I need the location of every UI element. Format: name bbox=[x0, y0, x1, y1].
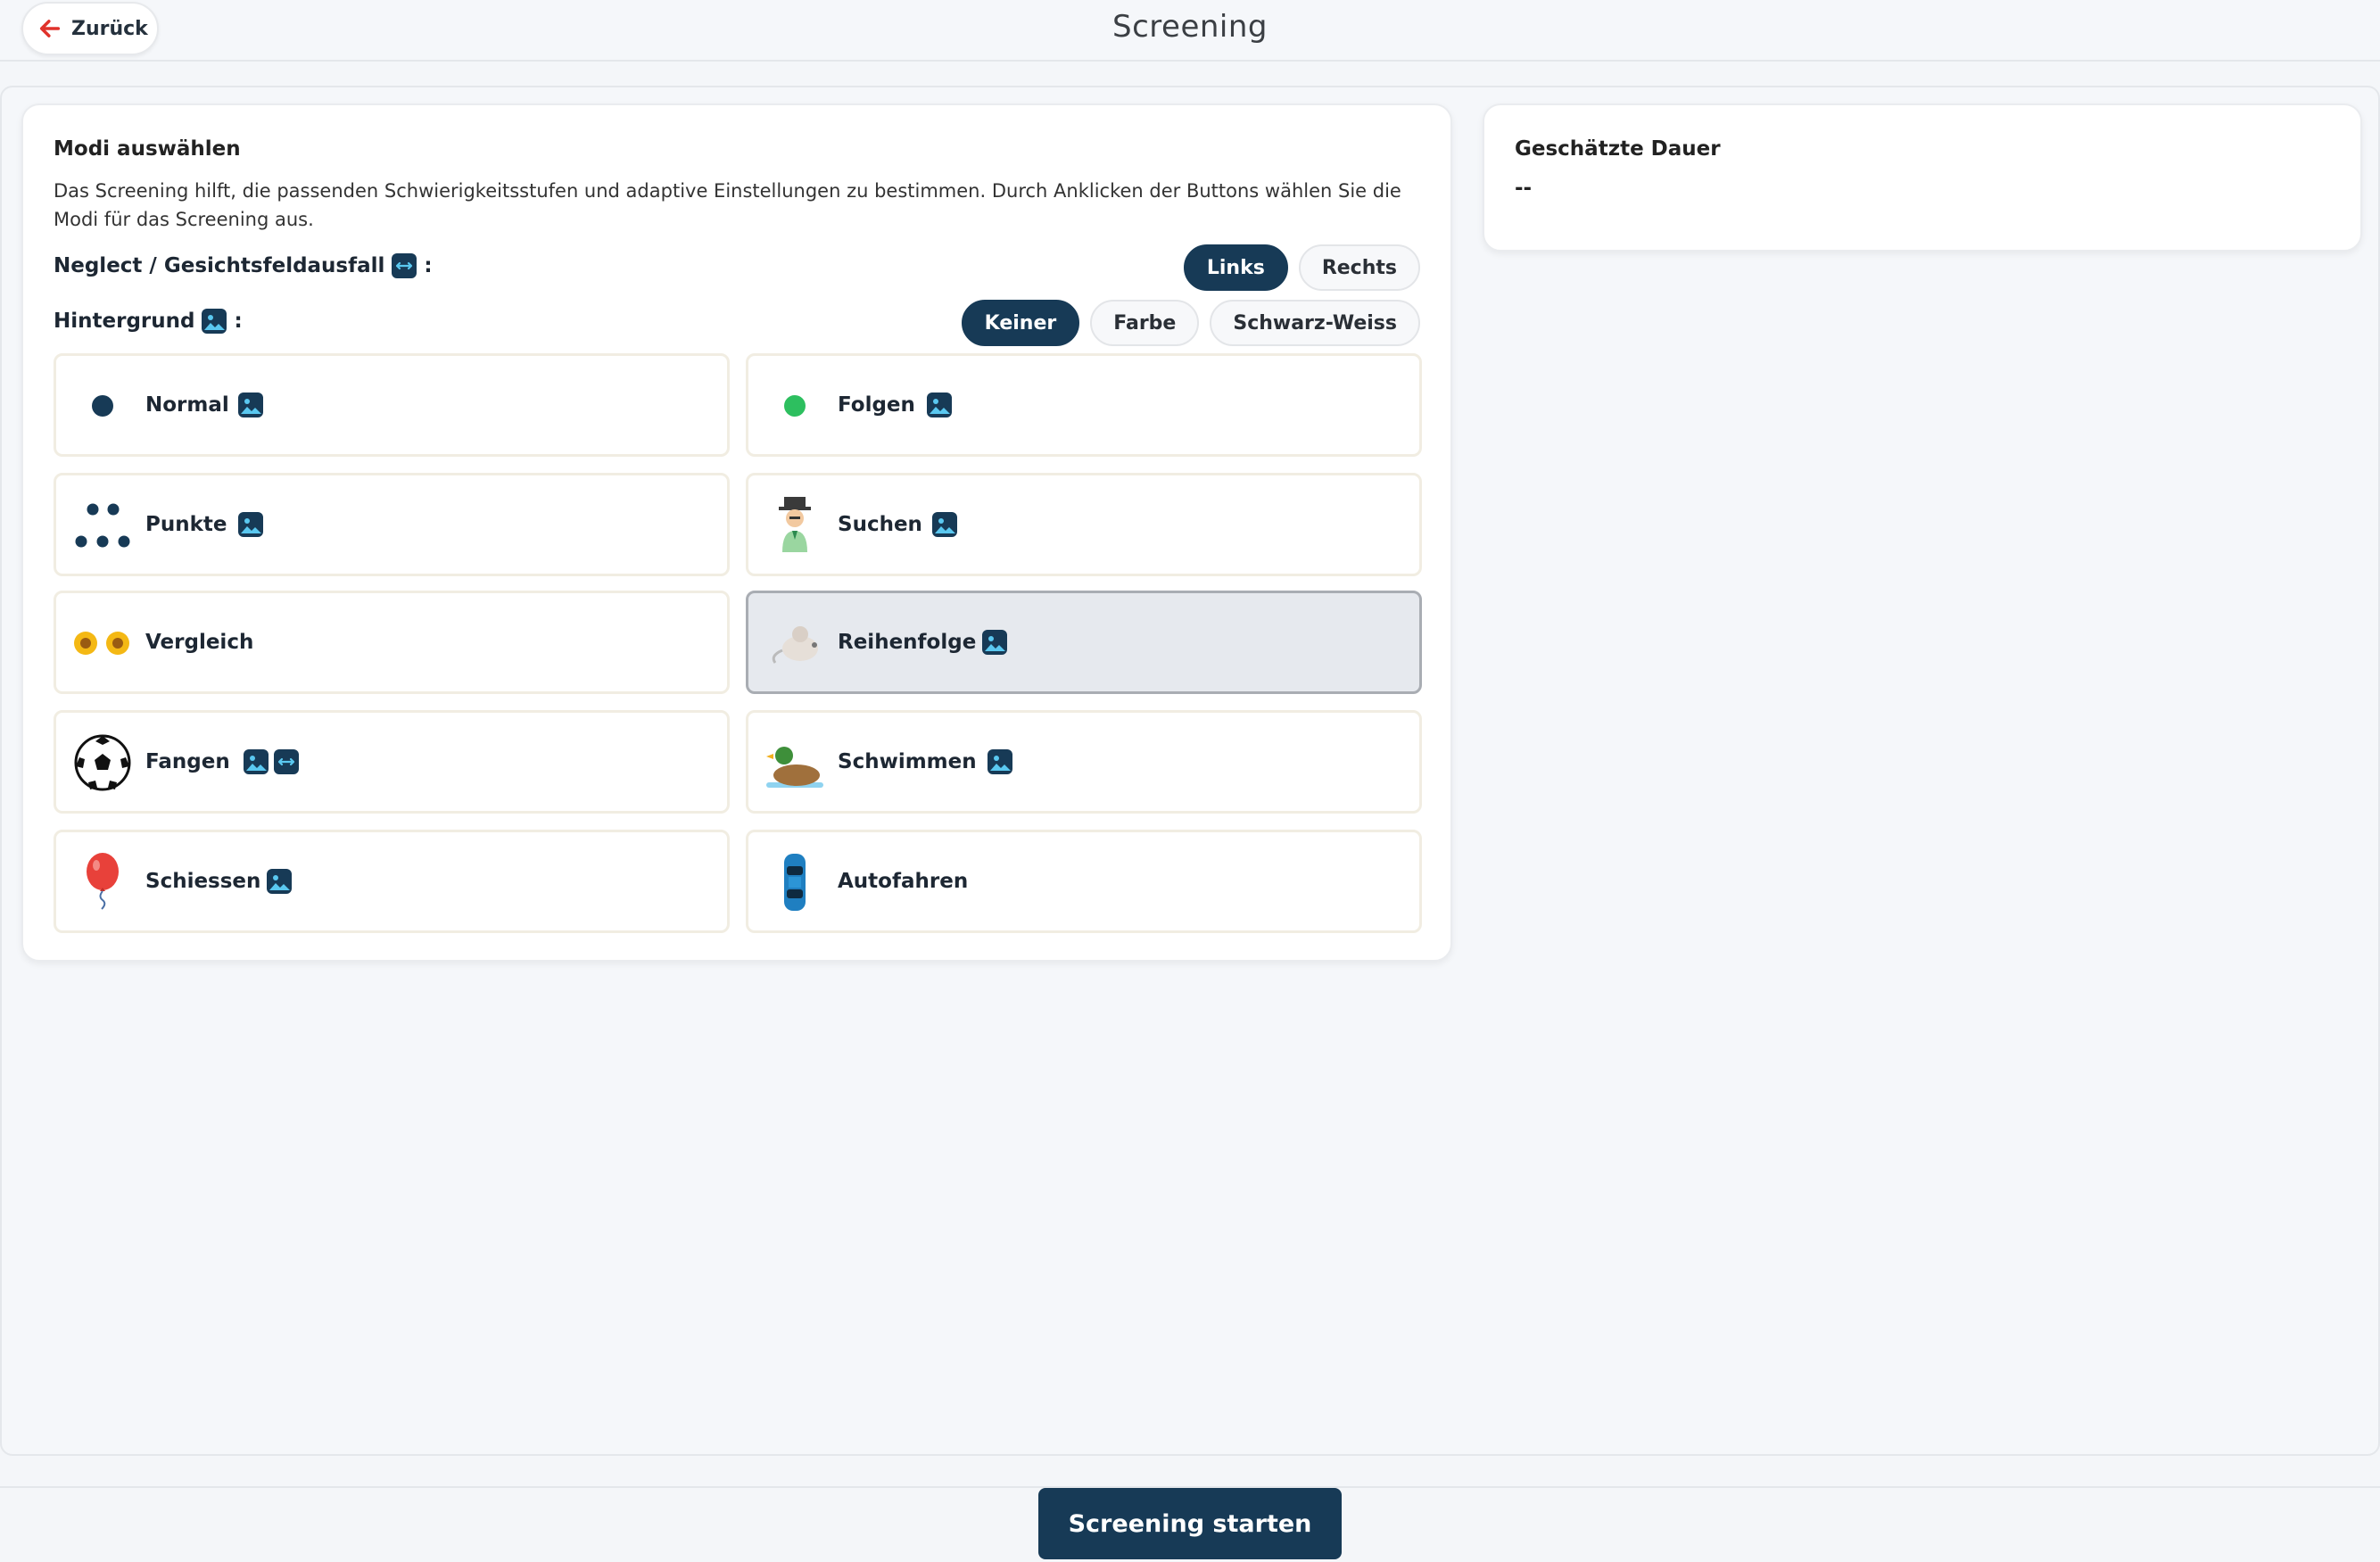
image-badge-icon bbox=[267, 869, 292, 894]
background-colon: : bbox=[234, 310, 243, 333]
modes-heading: Modi auswählen bbox=[54, 137, 241, 161]
background-label: Hintergrund bbox=[54, 310, 195, 333]
mode-tile-autofahren[interactable]: Autofahren bbox=[746, 830, 1422, 933]
mode-name: Normal bbox=[145, 393, 229, 417]
start-screening-button[interactable]: Screening starten bbox=[1038, 1488, 1342, 1559]
neglect-colon: : bbox=[424, 254, 433, 277]
background-option-farbe[interactable]: Farbe bbox=[1090, 300, 1200, 346]
mode-tile-fangen[interactable]: Fangen bbox=[54, 710, 730, 814]
mode-name: Schiessen bbox=[145, 870, 261, 893]
neglect-badge-icon bbox=[392, 253, 417, 278]
image-badge-icon bbox=[202, 309, 227, 334]
balloon-icon bbox=[87, 853, 119, 910]
duck-icon bbox=[766, 747, 823, 788]
image-badge-icon bbox=[238, 393, 263, 417]
image-badge-icon bbox=[238, 512, 263, 537]
mode-tile-schwimmen[interactable]: Schwimmen bbox=[746, 710, 1422, 814]
neglect-option-rechts[interactable]: Rechts bbox=[1298, 244, 1420, 291]
neglect-options: Links Rechts bbox=[1183, 244, 1420, 291]
car-icon bbox=[784, 854, 806, 911]
mode-name: Folgen bbox=[838, 393, 915, 417]
modes-card: Modi auswählen Das Screening hilft, die … bbox=[21, 103, 1452, 962]
mode-name: Suchen bbox=[838, 513, 922, 536]
neglect-option-links[interactable]: Links bbox=[1183, 244, 1288, 291]
dark-dot-icon bbox=[92, 395, 113, 417]
page-title: Screening bbox=[1112, 9, 1268, 45]
mode-tile-folgen[interactable]: Folgen bbox=[746, 353, 1422, 457]
background-option-schwarz-weiss[interactable]: Schwarz-Weiss bbox=[1210, 300, 1420, 346]
sunflowers-icon bbox=[74, 632, 129, 655]
duration-value: -- bbox=[1515, 177, 1533, 200]
mode-name: Reihenfolge bbox=[838, 631, 977, 654]
mode-tile-suchen[interactable]: Suchen bbox=[746, 473, 1422, 576]
neglect-badge-icon bbox=[274, 749, 299, 774]
mode-tile-schiessen[interactable]: Schiessen bbox=[54, 830, 730, 933]
mode-tile-punkte[interactable]: Punkte bbox=[54, 473, 730, 576]
detective-icon bbox=[779, 497, 811, 552]
background-option-keiner[interactable]: Keiner bbox=[961, 300, 1080, 346]
background-options: Keiner Farbe Schwarz-Weiss bbox=[961, 300, 1420, 346]
soccer-ball-icon bbox=[74, 734, 131, 791]
background-label-row: Hintergrund : bbox=[54, 309, 243, 334]
mode-name: Schwimmen bbox=[838, 750, 977, 773]
dots-icon bbox=[75, 503, 130, 548]
duration-title: Geschätzte Dauer bbox=[1515, 137, 1721, 161]
mode-tile-vergleich[interactable]: Vergleich bbox=[54, 591, 730, 694]
content-area: Modi auswählen Das Screening hilft, die … bbox=[0, 86, 2380, 1456]
mode-tile-normal[interactable]: Normal bbox=[54, 353, 730, 457]
neglect-label-row: Neglect / Gesichtsfeldausfall : bbox=[54, 253, 433, 278]
top-bar: Zurück Screening bbox=[0, 0, 2380, 62]
image-badge-icon bbox=[982, 630, 1007, 655]
mode-name: Punkte bbox=[145, 513, 227, 536]
image-badge-icon bbox=[244, 749, 269, 774]
mode-name: Autofahren bbox=[838, 870, 969, 893]
image-badge-icon bbox=[932, 512, 957, 537]
green-dot-icon bbox=[784, 395, 806, 417]
image-badge-icon bbox=[988, 749, 1012, 774]
image-badge-icon bbox=[927, 393, 952, 417]
mode-name: Vergleich bbox=[145, 631, 254, 654]
duration-card: Geschätzte Dauer -- bbox=[1483, 103, 2362, 252]
mode-name: Fangen bbox=[145, 750, 230, 773]
mode-tile-reihenfolge[interactable]: Reihenfolge bbox=[746, 591, 1422, 694]
mouse-icon bbox=[772, 626, 818, 664]
modes-description: Das Screening hilft, die passenden Schwi… bbox=[54, 180, 1401, 230]
neglect-label: Neglect / Gesichtsfeldausfall bbox=[54, 254, 385, 277]
